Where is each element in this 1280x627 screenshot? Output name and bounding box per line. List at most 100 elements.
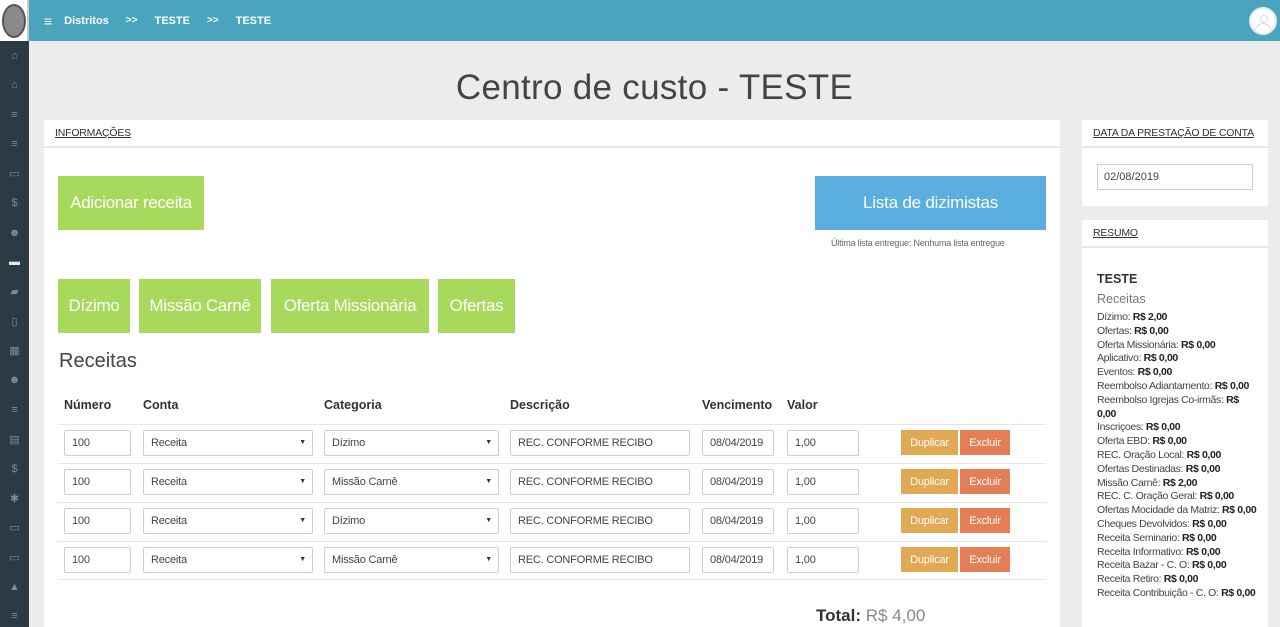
- resumo-item-label: REC. C. Oração Geral:: [1097, 490, 1198, 503]
- vencimento-input[interactable]: 08/04/2019: [702, 547, 774, 573]
- vencimento-input-value: 08/04/2019: [710, 437, 764, 449]
- resumo-item: Receita Contribuição - C. O: R$ 0,00: [1097, 587, 1257, 601]
- conta-select[interactable]: Receita ▼: [143, 469, 313, 495]
- numero-input[interactable]: 100: [64, 508, 131, 534]
- resumo-item: Receita Retiro: R$ 0,00: [1097, 573, 1257, 587]
- vencimento-input[interactable]: 08/04/2019: [702, 430, 774, 456]
- valor-input[interactable]: 1,00: [787, 547, 859, 573]
- money-icon[interactable]: ▭: [0, 543, 29, 573]
- money-icon[interactable]: ▭: [0, 159, 29, 189]
- conta-select[interactable]: Receita ▼: [143, 430, 313, 456]
- categoria-select[interactable]: Missão Carnê ▼: [324, 547, 499, 573]
- excluir-button[interactable]: Excluir: [960, 508, 1010, 533]
- vencimento-input[interactable]: 08/04/2019: [702, 508, 774, 534]
- categoria-select-value: Dízimo: [332, 437, 366, 449]
- seal-image: [1, 3, 26, 38]
- resumo-item-value: R$ 2,00: [1162, 476, 1198, 489]
- user-avatar-icon[interactable]: [1249, 7, 1277, 35]
- category-dizimo-button[interactable]: Dízimo: [58, 279, 130, 333]
- resumo-item-value: R$ 0,00: [1192, 517, 1227, 530]
- resumo-item-value: R$ 0,00: [1163, 573, 1199, 586]
- duplicar-button[interactable]: Duplicar: [901, 508, 958, 533]
- duplicar-button[interactable]: Duplicar: [901, 547, 958, 572]
- resumo-item: Reembolso Adiantamento: R$ 0,00: [1097, 380, 1257, 394]
- resumo-item-value: R$ 0,00: [1192, 559, 1227, 572]
- resumo-item-label: Eventos:: [1097, 366, 1136, 379]
- resumo-item-label: Reembolso Igrejas Co-irmãs:: [1097, 393, 1224, 406]
- resumo-item-label: Reembolso Adiantamento:: [1097, 379, 1213, 392]
- resumo-item-label: Ofertas:: [1097, 324, 1132, 337]
- resumo-item-value: R$ 0,00: [1137, 366, 1173, 379]
- resumo-item-value: R$ 0,00: [1221, 586, 1256, 599]
- resumo-item-value: R$ 0,00: [1182, 531, 1217, 544]
- vencimento-input[interactable]: 08/04/2019: [702, 469, 774, 495]
- resumo-item: Ofertas Mocidade da Matriz: R$ 0,00: [1097, 504, 1257, 518]
- numero-input[interactable]: 100: [64, 547, 131, 573]
- categoria-select[interactable]: Missão Carnê ▼: [324, 469, 499, 495]
- category-ofertas-button[interactable]: Ofertas: [438, 279, 515, 333]
- duplicar-button[interactable]: Duplicar: [901, 469, 958, 494]
- descricao-input-value: REC. CONFORME RECIBO: [518, 515, 653, 527]
- truck-icon[interactable]: ▰: [0, 277, 29, 307]
- gear-icon[interactable]: ✱: [0, 484, 29, 514]
- resumo-item-label: Ofertas Destinadas:: [1097, 462, 1184, 475]
- total-label: Total:: [816, 606, 862, 625]
- add-receita-button[interactable]: Adicionar receita: [58, 176, 204, 230]
- row-divider: [58, 579, 1046, 580]
- resumo-item-value: R$ 0,00: [1199, 490, 1235, 503]
- valor-input[interactable]: 1,00: [787, 469, 859, 495]
- chevron-down-icon: ▼: [485, 439, 492, 446]
- resumo-item-value: R$ 0,00: [1214, 379, 1250, 392]
- valor-input[interactable]: 1,00: [787, 508, 859, 534]
- categoria-select[interactable]: Dízimo ▼: [324, 508, 499, 534]
- category-oferta-missionaria-button[interactable]: Oferta Missionária: [271, 279, 429, 333]
- menu-icon[interactable]: ≡: [0, 100, 29, 130]
- breadcrumb-teste-1[interactable]: TESTE: [154, 15, 189, 27]
- menu-icon[interactable]: ≡: [0, 130, 29, 160]
- calendar-icon[interactable]: ▦: [0, 336, 29, 366]
- excluir-button[interactable]: Excluir: [960, 469, 1010, 494]
- numero-input[interactable]: 100: [64, 469, 131, 495]
- categoria-select[interactable]: Dízimo ▼: [324, 430, 499, 456]
- row-divider: [58, 502, 1046, 503]
- resumo-item: Dízimo: R$ 2,00: [1097, 311, 1257, 325]
- home-icon[interactable]: ⌂: [0, 71, 29, 101]
- file-icon[interactable]: ▤: [0, 425, 29, 455]
- dollar-icon[interactable]: $: [0, 189, 29, 219]
- card-icon[interactable]: ▬: [0, 248, 29, 278]
- data-prestacao-header: DATA DA PRESTAÇÃO DE CONTA: [1082, 120, 1268, 148]
- excluir-button[interactable]: Excluir: [960, 547, 1010, 572]
- resumo-item: Missão Carnê: R$ 2,00: [1097, 477, 1257, 491]
- lista-dizimistas-button[interactable]: Lista de dizimistas: [815, 176, 1046, 230]
- row-divider: [58, 424, 1046, 425]
- descricao-input[interactable]: REC. CONFORME RECIBO: [510, 469, 690, 495]
- home-icon[interactable]: ⌂: [0, 41, 29, 71]
- money-icon[interactable]: ▭: [0, 513, 29, 543]
- lock-icon[interactable]: ▲: [0, 572, 29, 602]
- menu-icon[interactable]: ≡: [0, 602, 29, 627]
- breadcrumb-distritos[interactable]: Distritos: [64, 15, 109, 27]
- users-icon[interactable]: ☻: [0, 366, 29, 396]
- dollar-icon[interactable]: $: [0, 454, 29, 484]
- data-prestacao-input[interactable]: 02/08/2019: [1097, 164, 1253, 190]
- col-numero: Número: [64, 398, 112, 412]
- mobile-icon[interactable]: ▯: [0, 307, 29, 337]
- logo[interactable]: [0, 0, 29, 41]
- duplicar-button[interactable]: Duplicar: [901, 430, 958, 455]
- descricao-input[interactable]: REC. CONFORME RECIBO: [510, 430, 690, 456]
- hamburger-menu-icon[interactable]: ≡: [44, 13, 52, 29]
- descricao-input[interactable]: REC. CONFORME RECIBO: [510, 547, 690, 573]
- descricao-input[interactable]: REC. CONFORME RECIBO: [510, 508, 690, 534]
- excluir-button[interactable]: Excluir: [960, 430, 1010, 455]
- conta-select[interactable]: Receita ▼: [143, 508, 313, 534]
- resumo-item-label: Receita Seminario:: [1097, 531, 1180, 544]
- chevron-down-icon: ▼: [299, 439, 306, 446]
- numero-input[interactable]: 100: [64, 430, 131, 456]
- category-missao-carne-button[interactable]: Missão Carnê: [139, 279, 261, 333]
- conta-select[interactable]: Receita ▼: [143, 547, 313, 573]
- valor-input[interactable]: 1,00: [787, 430, 859, 456]
- conta-select-value: Receita: [151, 515, 187, 527]
- users-icon[interactable]: ☻: [0, 218, 29, 248]
- resumo-header: RESUMO: [1082, 220, 1268, 248]
- menu-icon[interactable]: ≡: [0, 395, 29, 425]
